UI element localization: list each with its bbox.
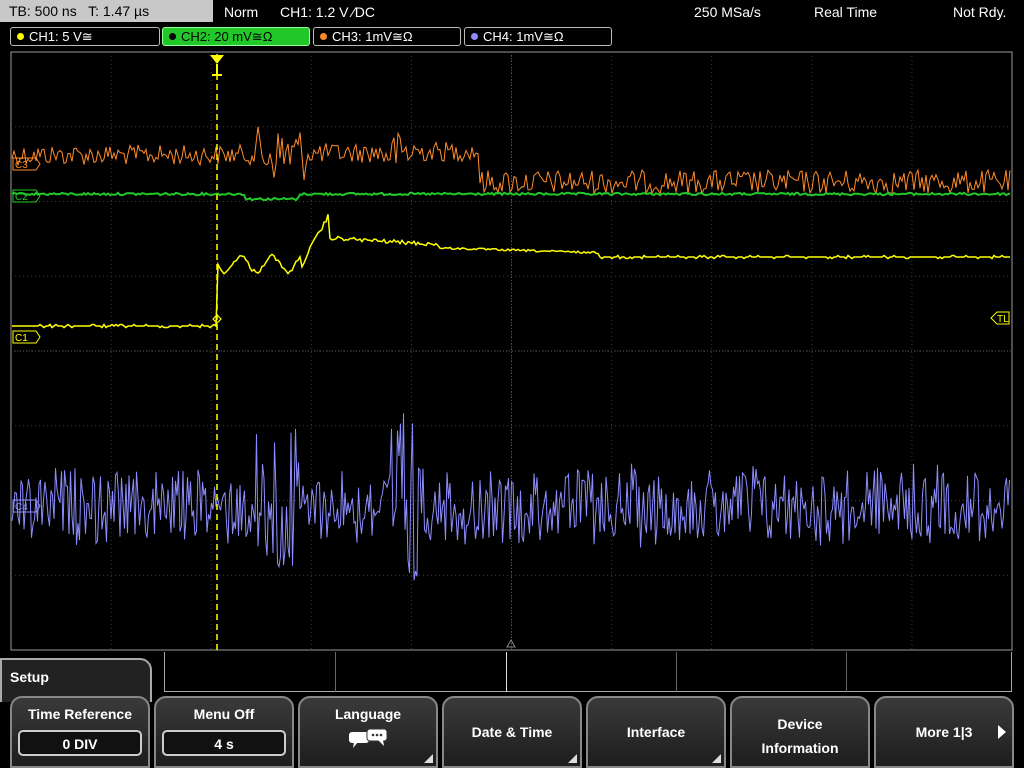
softkey-label: Date & Time	[471, 724, 553, 740]
timebar-center	[506, 652, 507, 692]
timebar-divider	[846, 652, 847, 692]
menu-off-value[interactable]: 4 s	[162, 730, 286, 756]
channel-tab-label: CH1: 5 V≅	[29, 29, 93, 44]
softkey-label: Time Reference	[27, 706, 132, 722]
timebar-divider	[676, 652, 677, 692]
ch3-color-dot	[320, 33, 327, 40]
sample-rate: 250 MSa/s	[694, 4, 761, 20]
trigger-mode[interactable]: Norm	[224, 0, 258, 24]
device-information-key[interactable]: Device Information	[730, 696, 870, 768]
channel-tab-label: CH4: 1mV≅Ω	[483, 29, 564, 44]
channel-bar: CH1: 5 V≅ CH2: 20 mV≅Ω CH3: 1mV≅Ω CH4: 1…	[0, 25, 1024, 49]
submenu-indicator-icon	[568, 754, 577, 763]
language-key[interactable]: Language	[298, 696, 438, 768]
speech-bubbles-icon	[349, 728, 388, 748]
waveform-display[interactable]: C3 C2 C1 C4 TL	[0, 50, 1024, 652]
timebar-divider	[335, 652, 336, 692]
zoom-timebar	[164, 652, 1012, 692]
softkey-label-line2: Information	[761, 740, 839, 756]
softkey-menu: Setup Time Reference 0 DIV Menu Off 4 s …	[0, 652, 1024, 768]
ch4-marker-label: C4	[15, 502, 28, 513]
ch1-marker-label: C1	[15, 333, 28, 344]
softkey-label: Device Information	[732, 712, 868, 760]
submenu-indicator-icon	[712, 754, 721, 763]
timebase-readout[interactable]: TB: 500 ns T: 1.47 µs	[0, 0, 213, 22]
time-reference-value[interactable]: 0 DIV	[18, 730, 142, 756]
channel-tab-label: CH2: 20 mV≅Ω	[181, 29, 273, 44]
submenu-indicator-icon	[424, 754, 433, 763]
softkey-label-line1: Device	[777, 716, 823, 732]
trigger-status: Not Rdy.	[953, 4, 1007, 20]
next-page-arrow-icon	[998, 725, 1006, 739]
status-bar: TB: 500 ns T: 1.47 µs Norm CH1: 1.2 V ∕D…	[0, 0, 1024, 24]
date-time-key[interactable]: Date & Time	[442, 696, 582, 768]
softkey-label: Menu Off	[193, 706, 255, 722]
trigger-info[interactable]: CH1: 1.2 V ∕DC	[280, 0, 375, 24]
acquisition-mode: Real Time	[814, 4, 878, 20]
time-reference-key[interactable]: Time Reference 0 DIV	[10, 696, 150, 768]
trigger-level-label: TL	[997, 314, 1009, 325]
channel-tab-ch4[interactable]: CH4: 1mV≅Ω	[464, 27, 612, 46]
channel-tab-label: CH3: 1mV≅Ω	[332, 29, 413, 44]
channel-tab-ch3[interactable]: CH3: 1mV≅Ω	[313, 27, 461, 46]
softkey-label: More 1|3	[915, 724, 973, 740]
menu-off-key[interactable]: Menu Off 4 s	[154, 696, 294, 768]
ch1-color-dot	[17, 33, 24, 40]
ch2-marker-label: C2	[15, 192, 28, 203]
interface-key[interactable]: Interface	[586, 696, 726, 768]
softkey-label: Interface	[626, 724, 686, 740]
softkey-label: Language	[334, 706, 402, 722]
ch4-color-dot	[471, 33, 478, 40]
more-key[interactable]: More 1|3	[874, 696, 1014, 768]
channel-tab-ch2[interactable]: CH2: 20 mV≅Ω	[162, 27, 310, 46]
channel-tab-ch1[interactable]: CH1: 5 V≅	[10, 27, 160, 46]
ch3-marker-label: C3	[15, 160, 28, 171]
ch2-color-dot	[169, 33, 176, 40]
